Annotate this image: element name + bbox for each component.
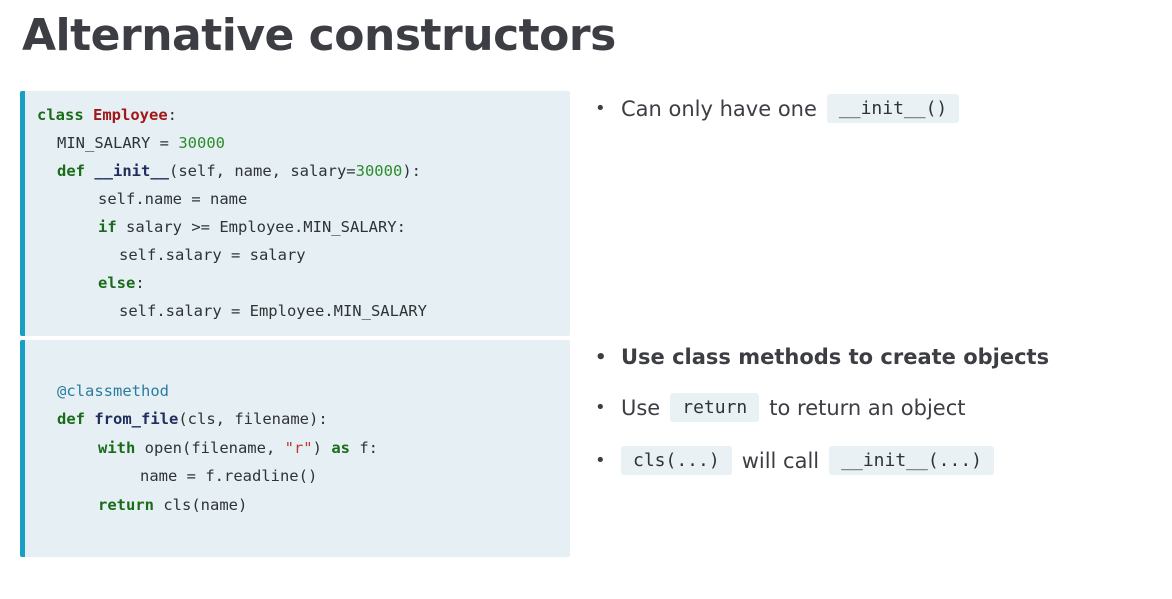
code-text: (cls, filename): — [178, 410, 328, 428]
code-text: ): — [402, 162, 421, 180]
code-line-def-from-file: def from_file(cls, filename): — [57, 410, 328, 428]
code-number: 30000 — [355, 162, 403, 180]
bullet-return: • Use return to return an object — [595, 393, 965, 422]
code-block-class-definition: class Employee: MIN_SALARY = 30000 def _… — [20, 91, 570, 336]
code-keyword: as — [331, 439, 350, 457]
bullet-dot: • — [595, 98, 606, 119]
code-line-class: class Employee: — [37, 106, 177, 124]
code-block-classmethod: @classmethod def from_file(cls, filename… — [20, 340, 570, 557]
code-text: cls(name) — [154, 496, 248, 514]
code-line-self-salary-min: self.salary = Employee.MIN_SALARY — [119, 302, 427, 320]
code-class-name: Employee — [93, 106, 168, 124]
code-function-name: __init__ — [94, 162, 169, 180]
bullet-cls-call: • cls(...) will call __init__(...) — [595, 446, 995, 475]
code-line-decorator: @classmethod — [57, 382, 169, 400]
bullet-dot: • — [595, 450, 606, 471]
bullet-class-methods: • Use class methods to create objects — [595, 345, 1049, 369]
code-number: 30000 — [178, 134, 225, 152]
code-line-return: return cls(name) — [98, 496, 247, 514]
code-text: (self, name, salary= — [169, 162, 356, 180]
inline-code-chip: cls(...) — [621, 446, 732, 475]
code-text: MIN_SALARY = — [57, 134, 179, 152]
code-line-self-name: self.name = name — [98, 190, 248, 208]
bullet-dot: • — [595, 397, 606, 418]
code-text: salary >= Employee.MIN_SALARY: — [116, 218, 406, 236]
code-function-name: from_file — [94, 410, 179, 428]
code-line-readline: name = f.readline() — [140, 467, 318, 485]
bullet-one-init: • Can only have one __init__() — [595, 94, 960, 123]
bullet-text: to return an object — [769, 395, 966, 420]
slide-title: Alternative constructors — [22, 10, 616, 61]
code-punct: : — [167, 106, 178, 124]
inline-code-chip: __init__(...) — [829, 446, 995, 475]
code-line-min-salary: MIN_SALARY = 30000 — [57, 134, 225, 152]
code-text: open(filename, — [135, 439, 285, 457]
code-keyword: def — [57, 162, 85, 180]
bullet-dot: • — [595, 346, 607, 368]
bullet-text: will call — [741, 448, 820, 473]
code-keyword: class — [37, 106, 84, 124]
code-keyword: return — [98, 496, 154, 514]
code-line-if: if salary >= Employee.MIN_SALARY: — [98, 218, 406, 236]
code-text: f: — [349, 439, 378, 457]
code-keyword: with — [98, 439, 136, 457]
code-keyword: def — [57, 410, 85, 428]
inline-code-chip: __init__() — [826, 94, 960, 123]
code-line-def-init: def __init__(self, name, salary=30000): — [57, 162, 421, 180]
code-string: "r" — [284, 439, 313, 457]
code-line-self-salary: self.salary = salary — [119, 246, 306, 264]
bullet-text: Use — [621, 395, 661, 420]
bullet-text: Use class methods to create objects — [621, 345, 1050, 369]
code-line-with: with open(filename, "r") as f: — [98, 439, 378, 457]
code-line-else: else: — [98, 274, 145, 292]
code-punct: : — [135, 274, 145, 292]
code-keyword: if — [98, 218, 117, 236]
inline-code-chip: return — [670, 393, 760, 422]
bullet-text: Can only have one — [621, 96, 817, 121]
code-text: ) — [312, 439, 332, 457]
code-keyword: else — [98, 274, 136, 292]
